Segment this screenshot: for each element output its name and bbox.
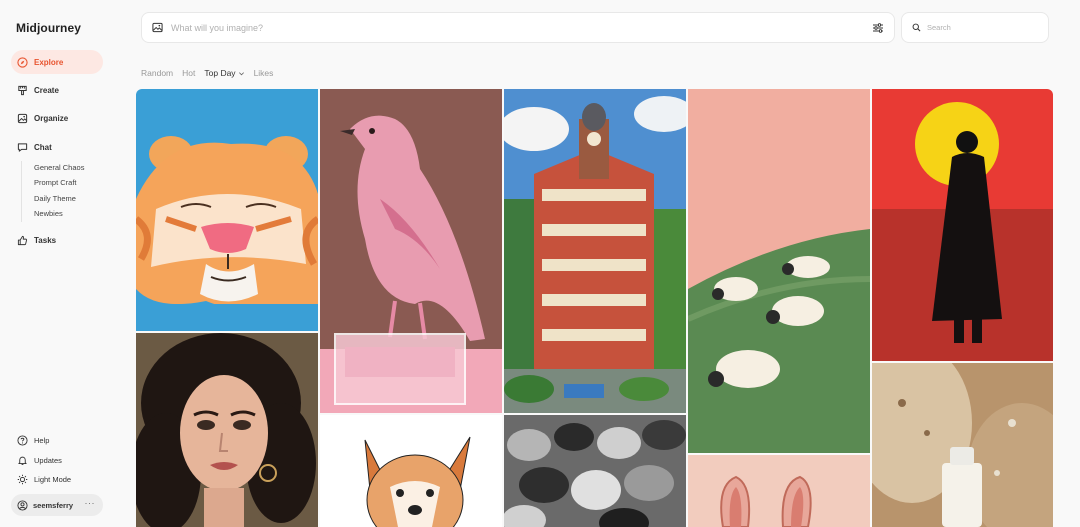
compass-icon <box>17 56 28 68</box>
sidebar-item-label: Organize <box>34 113 69 123</box>
more-options-icon[interactable]: ··· <box>85 498 96 508</box>
chevron-down-icon <box>238 71 244 75</box>
sidebar-item-label: Chat <box>34 142 52 152</box>
tab-hot[interactable]: Hot <box>182 68 195 78</box>
prompt-input[interactable] <box>171 22 851 33</box>
bell-icon <box>18 456 27 465</box>
tab-top-day-label: Top Day <box>204 68 236 78</box>
chat-icon <box>17 142 28 152</box>
image-icon <box>17 113 28 123</box>
app-logo[interactable]: Midjourney <box>16 21 81 35</box>
chat-room-prompt-craft[interactable]: Prompt Craft <box>34 176 84 191</box>
brush-icon <box>18 85 27 95</box>
sidebar-item-create[interactable]: Create <box>11 78 103 102</box>
image-upload-icon[interactable] <box>152 22 163 33</box>
thumbs-up-icon <box>17 235 28 245</box>
updates-link[interactable]: Updates <box>17 455 62 466</box>
chat-room-list: General Chaos Prompt Craft Daily Theme N… <box>21 161 84 223</box>
feed-filter-tabs: Random Hot Top Day Likes <box>141 68 273 78</box>
gallery-image-man-red-sun[interactable] <box>872 89 1053 361</box>
light-mode-label: Light Mode <box>34 475 72 484</box>
chat-room-general-chaos[interactable]: General Chaos <box>34 161 84 176</box>
tab-likes[interactable]: Likes <box>254 68 274 78</box>
sidebar-item-chat[interactable]: Chat <box>11 135 103 159</box>
gallery-image-serum-bottle[interactable] <box>872 363 1053 527</box>
sidebar: Midjourney Explore Create Organize Chat … <box>0 0 128 527</box>
settings-sliders-icon[interactable] <box>872 22 884 34</box>
gallery-image-crowd[interactable] <box>504 415 686 527</box>
help-link[interactable]: Help <box>17 435 49 446</box>
help-icon <box>17 435 28 446</box>
light-mode-toggle[interactable]: Light Mode <box>17 474 71 485</box>
search-icon <box>912 23 921 32</box>
sidebar-item-label: Create <box>34 85 59 95</box>
updates-label: Updates <box>34 456 62 465</box>
chat-room-newbies[interactable]: Newbies <box>34 207 84 222</box>
search-bar <box>901 12 1049 43</box>
sidebar-item-organize[interactable]: Organize <box>11 106 103 130</box>
help-label: Help <box>34 436 50 445</box>
sidebar-item-label: Tasks <box>34 235 57 245</box>
username: seemsferry <box>33 500 74 510</box>
gallery-image-city-building[interactable] <box>504 89 686 413</box>
image-gallery <box>136 89 1053 527</box>
sidebar-item-label: Explore <box>34 57 64 67</box>
avatar-icon <box>17 499 28 511</box>
chat-room-daily-theme[interactable]: Daily Theme <box>34 192 84 207</box>
gallery-image-tiger[interactable] <box>136 89 318 331</box>
gallery-image-sheep-hill[interactable] <box>688 89 870 453</box>
user-menu[interactable]: seemsferry ··· <box>11 494 103 516</box>
prompt-bar <box>141 12 895 43</box>
sun-icon <box>17 474 28 485</box>
search-input[interactable] <box>927 23 1037 32</box>
sidebar-item-tasks[interactable]: Tasks <box>11 228 103 252</box>
gallery-image-glass-bird[interactable] <box>320 89 502 413</box>
gallery-image-portrait[interactable] <box>136 333 318 527</box>
sidebar-item-explore[interactable]: Explore <box>11 50 103 74</box>
gallery-image-dog-sketch[interactable] <box>320 415 502 527</box>
tab-random[interactable]: Random <box>141 68 173 78</box>
tab-top-day[interactable]: Top Day <box>204 68 244 78</box>
gallery-image-rabbit-ears[interactable] <box>688 455 870 527</box>
